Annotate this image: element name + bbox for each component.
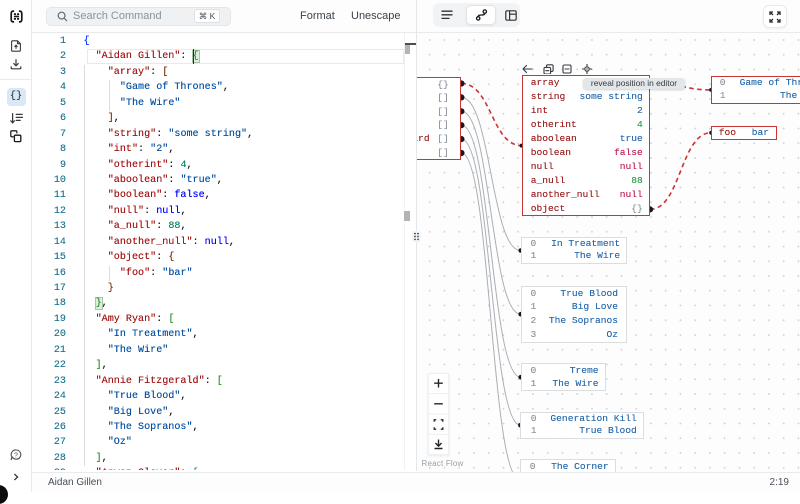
svg-text:?: ? [14, 452, 18, 459]
